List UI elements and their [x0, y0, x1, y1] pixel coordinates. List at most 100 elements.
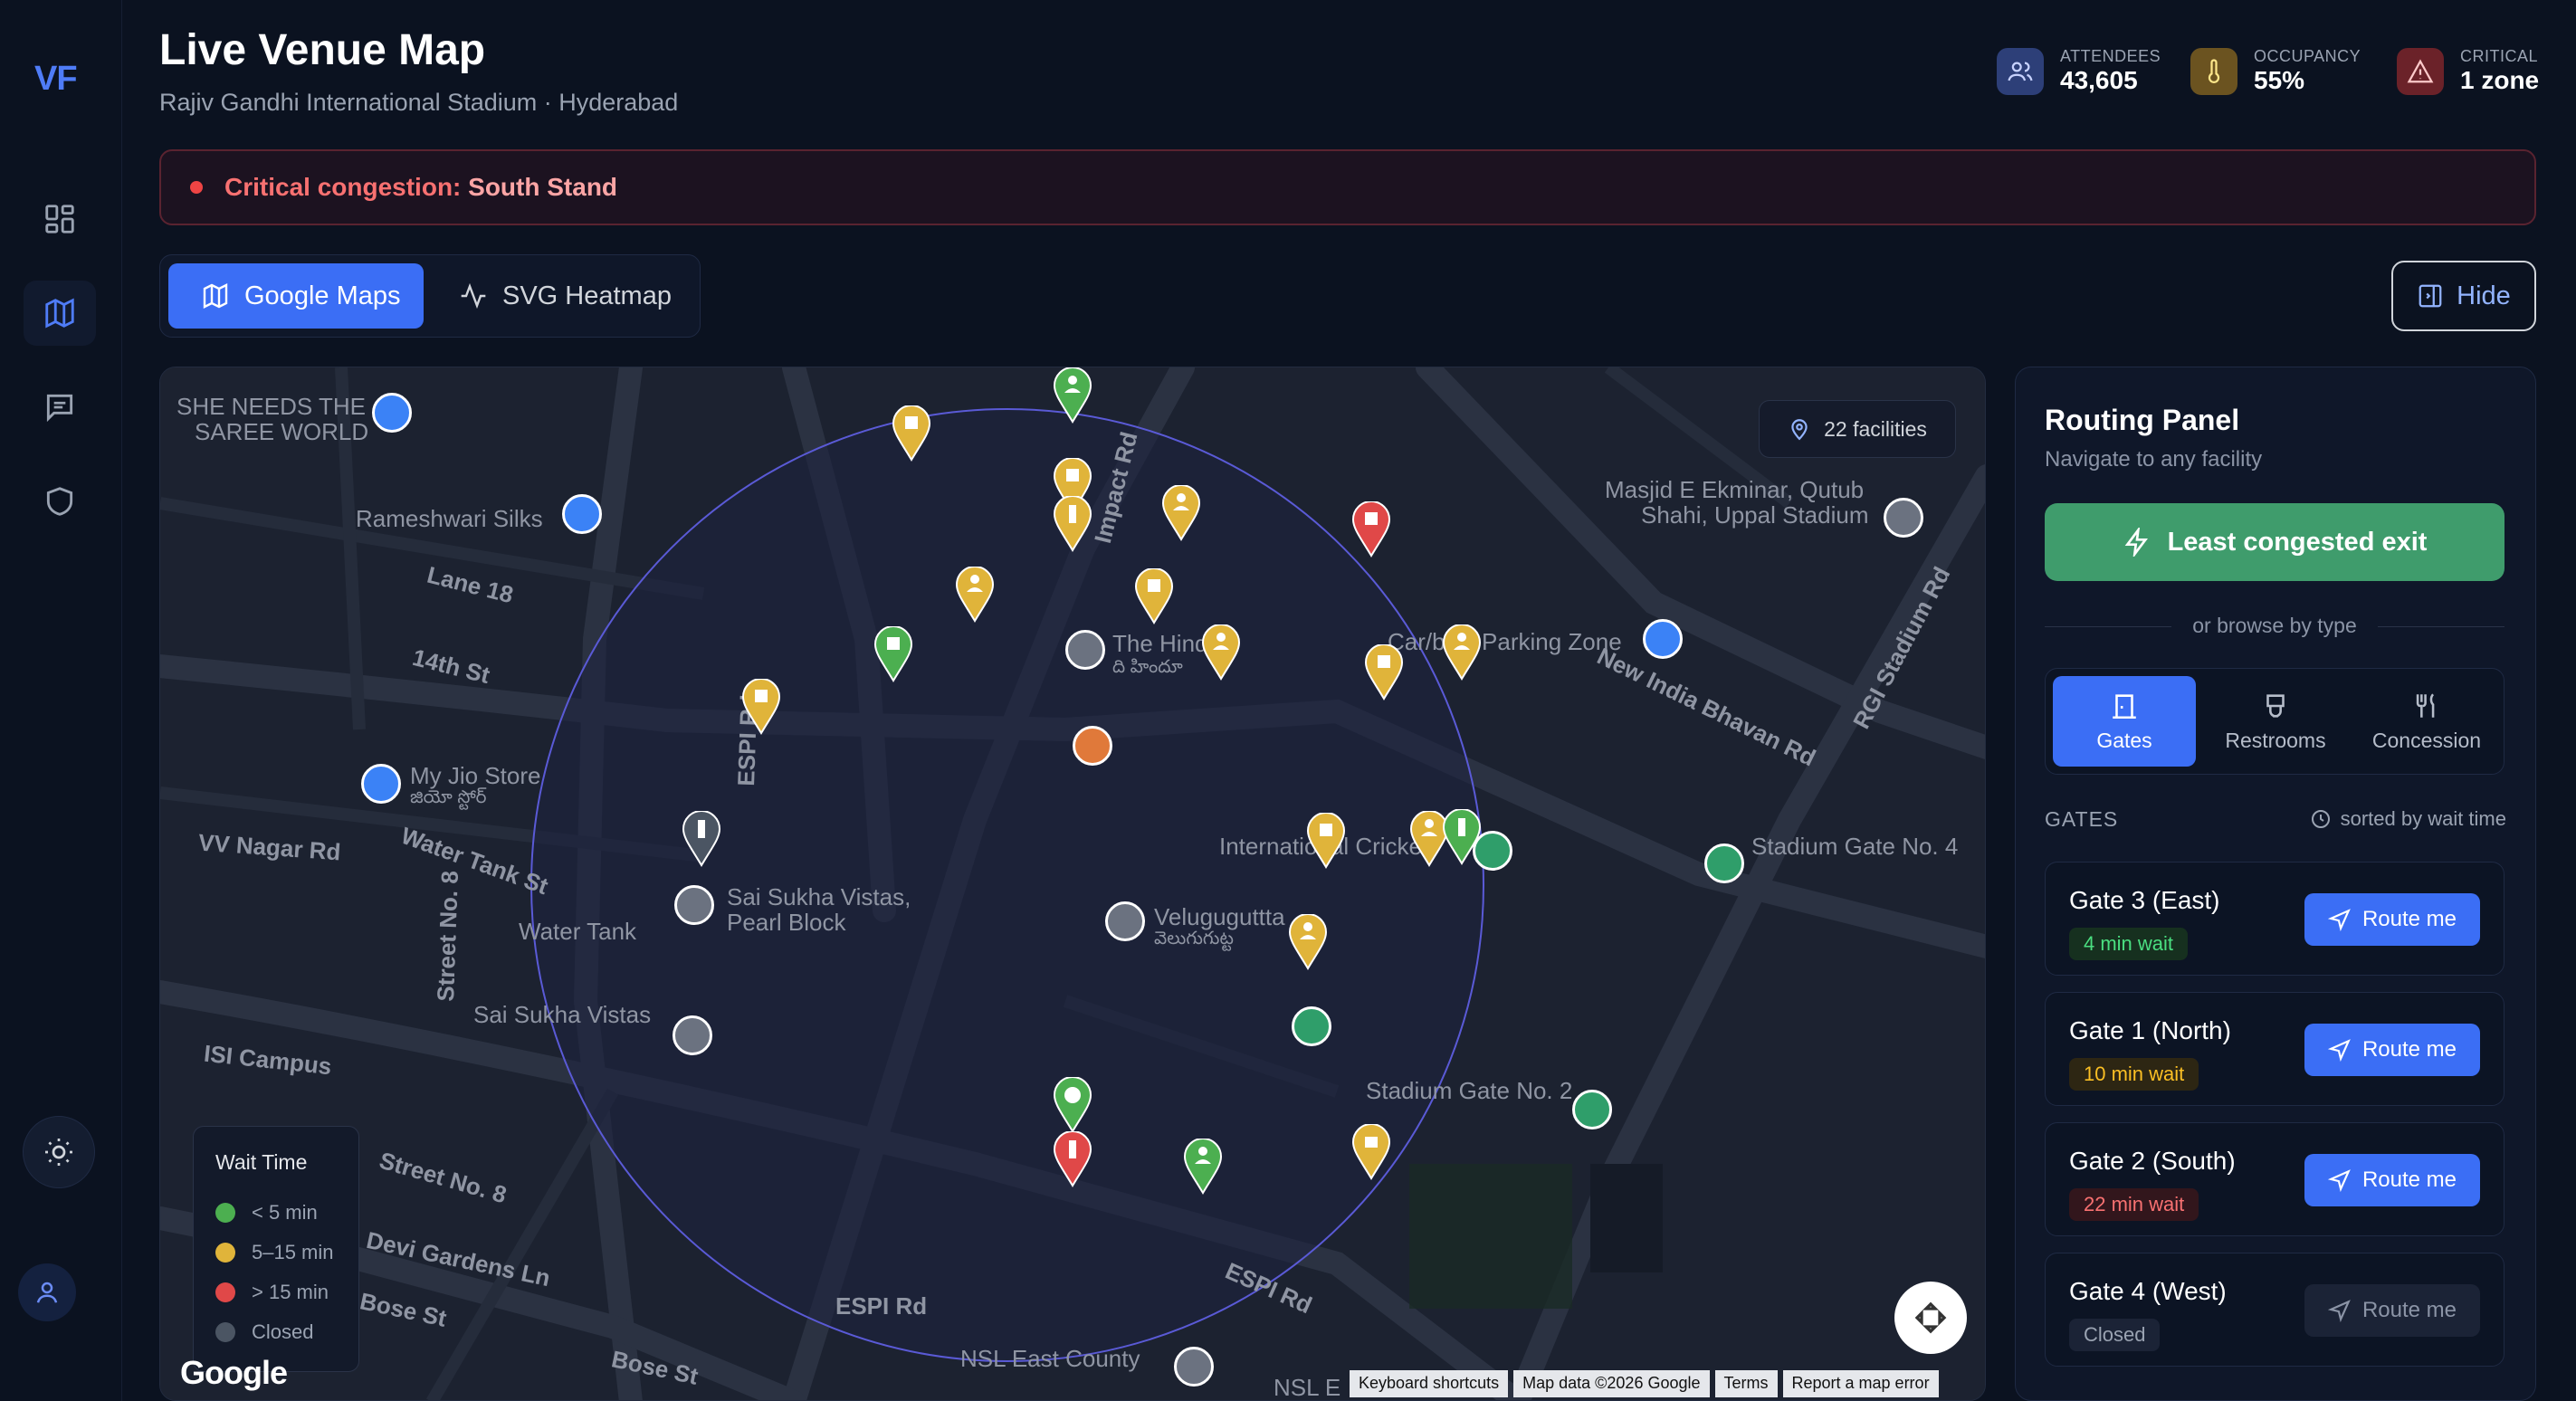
tab-google-maps[interactable]: Google Maps — [168, 263, 424, 329]
info-marker[interactable] — [1053, 1076, 1092, 1133]
legend-item: > 15 min — [215, 1272, 337, 1312]
poi-icon[interactable] — [1174, 1347, 1214, 1387]
concession-marker[interactable] — [1351, 1123, 1391, 1180]
concession-marker[interactable] — [1134, 567, 1174, 624]
route-me-button[interactable]: Route me — [2304, 1024, 2480, 1076]
concession-marker[interactable] — [1351, 500, 1391, 558]
recenter-button[interactable] — [1894, 1282, 1967, 1354]
page-subtitle: Rajiv Gandhi International Stadium · Hyd… — [159, 89, 679, 116]
hide-label: Hide — [2457, 281, 2511, 310]
type-tab-concession[interactable]: Concession — [2355, 676, 2498, 767]
terms-link[interactable]: Terms — [1714, 1370, 1778, 1397]
poi-icon[interactable] — [673, 1015, 712, 1055]
gate-marker[interactable] — [682, 810, 721, 867]
legend-item: 5–15 min — [215, 1233, 337, 1272]
restroom-marker[interactable] — [1161, 484, 1201, 541]
map-label: Sai Sukha Vistas — [473, 1001, 652, 1028]
theme-toggle[interactable] — [23, 1116, 95, 1188]
least-congested-exit-button[interactable]: Least congested exit — [2045, 503, 2504, 581]
route-me-button[interactable]: Route me — [2304, 893, 2480, 946]
user-icon — [36, 1282, 58, 1303]
map-label: ది హిందూ — [1112, 657, 1183, 677]
legend-swatch — [215, 1322, 235, 1342]
gate-marker[interactable] — [1053, 1130, 1092, 1187]
alert-prefix: Critical congestion: — [224, 173, 469, 201]
parking-icon[interactable] — [1643, 619, 1683, 659]
map-label: NSL E — [1274, 1374, 1341, 1401]
shield-icon — [46, 487, 73, 516]
restroom-marker[interactable] — [1442, 624, 1482, 681]
concession-marker[interactable] — [1306, 812, 1346, 869]
expand-icon — [1914, 1301, 1947, 1334]
route-me-button[interactable]: Route me — [2304, 1154, 2480, 1206]
type-tab-restrooms[interactable]: Restrooms — [2204, 676, 2347, 767]
users-icon — [1997, 48, 2044, 95]
gate-marker[interactable] — [1053, 495, 1092, 552]
stat-label: CRITICAL — [2460, 47, 2539, 65]
restroom-marker[interactable] — [955, 566, 995, 623]
gate-card-gate-1[interactable]: Gate 1 (North) 10 min wait Route me — [2045, 992, 2504, 1106]
panel-title: Routing Panel — [2045, 404, 2240, 436]
nav-map[interactable] — [24, 281, 96, 346]
map-label: Stadium Gate No. 4 — [1751, 833, 1959, 860]
poi-icon[interactable] — [1065, 630, 1105, 670]
lock-icon[interactable] — [372, 393, 412, 433]
hide-panel-button[interactable]: Hide — [2391, 261, 2536, 331]
concession-marker[interactable] — [892, 405, 931, 462]
lock-icon[interactable] — [361, 764, 401, 804]
utensils-icon — [2416, 692, 2435, 718]
nav-dashboard[interactable] — [24, 186, 96, 252]
stadium-gate-icon[interactable] — [1292, 1006, 1331, 1046]
report-error-link[interactable]: Report a map error — [1782, 1370, 1939, 1397]
type-tab-gates[interactable]: Gates — [2053, 676, 2196, 767]
clock-icon — [2311, 810, 2330, 828]
gate-name: Gate 4 (West) — [2069, 1277, 2227, 1305]
gate-name: Gate 3 (East) — [2069, 886, 2220, 914]
poi-icon[interactable] — [674, 885, 714, 925]
map-label: Masjid E Ekminar, Qutub — [1605, 476, 1865, 503]
concession-marker[interactable] — [873, 625, 913, 682]
map-label: వెలుగుగుట్ట — [1154, 929, 1234, 948]
map-label: NSL East County — [960, 1345, 1140, 1372]
stat-label: ATTENDEES — [2060, 47, 2161, 65]
nav-chat[interactable] — [24, 375, 96, 440]
sorted-label: sorted by wait time — [2340, 807, 2506, 830]
sidebar: VF — [0, 0, 122, 1401]
route-me-button[interactable]: Route me — [2304, 1284, 2480, 1337]
gate-card-gate-4[interactable]: Gate 4 (West) Closed Route me — [2045, 1253, 2504, 1367]
stadium-gate-icon[interactable] — [1704, 843, 1744, 883]
stadium-gate-icon[interactable] — [1473, 831, 1512, 871]
map-label: Veluguguttta — [1154, 903, 1285, 930]
user-avatar[interactable] — [18, 1263, 76, 1321]
routing-panel: Routing Panel Navigate to any facility L… — [2015, 367, 2536, 1401]
gate-card-gate-3[interactable]: Gate 3 (East) 4 min wait Route me — [2045, 862, 2504, 976]
restroom-marker[interactable] — [1053, 367, 1092, 424]
stadium-gate-icon[interactable] — [1572, 1090, 1612, 1129]
legend-swatch — [215, 1243, 235, 1263]
least-congested-label: Least congested exit — [2167, 527, 2428, 557]
alert-zone: South Stand — [468, 173, 618, 201]
nav-security[interactable] — [24, 469, 96, 534]
gate-icon — [2113, 693, 2136, 719]
restroom-marker[interactable] — [1183, 1138, 1223, 1195]
legend-title: Wait Time — [215, 1150, 308, 1174]
temple-icon[interactable] — [1105, 901, 1145, 941]
restroom-marker[interactable] — [1288, 913, 1328, 970]
restroom-marker[interactable] — [1201, 624, 1241, 681]
panel-subtitle: Navigate to any facility — [2045, 447, 2263, 472]
page-title: Live Venue Map — [159, 26, 486, 74]
concession-marker[interactable] — [741, 678, 781, 735]
thermometer-icon — [2190, 48, 2237, 95]
mosque-icon[interactable] — [1884, 498, 1923, 538]
warning-icon — [2397, 48, 2444, 95]
cafe-icon[interactable] — [1073, 726, 1112, 766]
gate-card-gate-2[interactable]: Gate 2 (South) 22 min wait Route me — [2045, 1122, 2504, 1236]
app-logo[interactable]: VF — [34, 60, 78, 99]
facility-type-tabs: Gates Restrooms Concession — [2045, 668, 2504, 775]
lock-icon[interactable] — [562, 494, 602, 534]
tab-svg-heatmap[interactable]: SVG Heatmap — [459, 263, 694, 329]
keyboard-shortcuts-link[interactable]: Keyboard shortcuts — [1350, 1370, 1509, 1397]
google-map[interactable]: SHE NEEDS THE SAREE WORLD Rameshwari Sil… — [159, 367, 1986, 1401]
route-label: Route me — [2361, 1168, 2457, 1192]
concession-marker[interactable] — [1364, 643, 1404, 700]
